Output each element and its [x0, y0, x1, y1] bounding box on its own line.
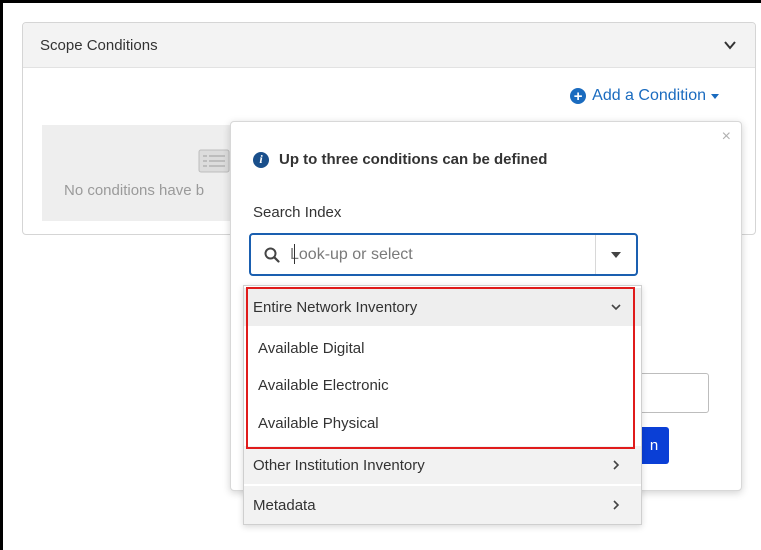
add-condition-label: Add a Condition: [592, 87, 706, 104]
search-index-combobox[interactable]: [249, 233, 638, 276]
chevron-down-icon[interactable]: [723, 38, 737, 52]
search-index-dropdown: Entire Network Inventory Available Digit…: [243, 285, 642, 525]
group-label: Other Institution Inventory: [253, 456, 425, 474]
option-available-physical[interactable]: Available Physical: [244, 403, 641, 443]
chevron-down-icon: [611, 304, 621, 311]
option-available-digital[interactable]: Available Digital: [244, 328, 641, 368]
plus-circle-icon: +: [570, 88, 587, 104]
list-icon: [198, 149, 230, 173]
search-index-label: Search Index: [253, 204, 342, 221]
option-label: Available Electronic: [258, 376, 389, 394]
value-input[interactable]: [639, 373, 709, 413]
group-label: Metadata: [253, 496, 316, 514]
info-message: i Up to three conditions can be defined: [253, 151, 547, 168]
close-icon[interactable]: ×: [722, 128, 731, 146]
add-button[interactable]: n: [639, 427, 669, 464]
caret-down-icon: [611, 251, 621, 258]
chevron-right-icon: [613, 500, 620, 510]
panel-header[interactable]: Scope Conditions: [23, 23, 755, 68]
search-icon: [264, 247, 280, 263]
option-label: Available Digital: [258, 339, 365, 357]
info-text: Up to three conditions can be defined: [279, 151, 548, 168]
option-available-electronic[interactable]: Available Electronic: [244, 365, 641, 405]
add-condition-button[interactable]: + Add a Condition: [570, 87, 719, 105]
chevron-right-icon: [613, 460, 620, 470]
group-other-institution-inventory[interactable]: Other Institution Inventory: [244, 446, 641, 484]
info-icon: i: [253, 151, 269, 168]
empty-conditions-placeholder: No conditions have b: [42, 125, 262, 221]
caret-down-icon: [711, 93, 719, 99]
search-index-input[interactable]: [287, 235, 595, 274]
group-entire-network-inventory[interactable]: Entire Network Inventory: [244, 288, 641, 326]
option-label: Available Physical: [258, 414, 379, 432]
panel-title: Scope Conditions: [40, 36, 158, 54]
combo-toggle-button[interactable]: [596, 235, 636, 274]
empty-conditions-text: No conditions have b: [64, 182, 205, 199]
group-label: Entire Network Inventory: [253, 298, 418, 316]
group-metadata[interactable]: Metadata: [244, 486, 641, 524]
text-cursor: [294, 244, 295, 264]
